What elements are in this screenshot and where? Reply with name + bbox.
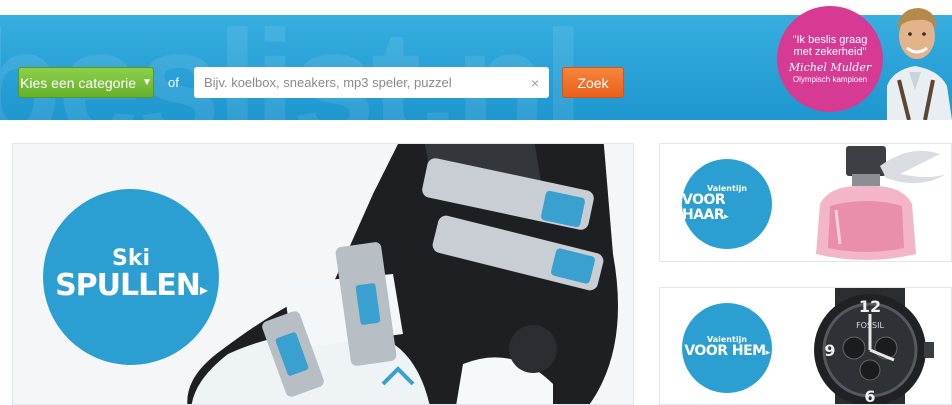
quote-bubble: "Ik beslis graag met zekerheid" Michel M… <box>777 6 883 112</box>
svg-text:6: 6 <box>864 387 875 405</box>
watch-brand-label: FOSSIL <box>856 321 884 330</box>
banner-line-1: Ski <box>111 246 151 271</box>
banner-line-2: SPULLEN▸ <box>55 268 208 306</box>
or-label: of <box>168 75 179 90</box>
clear-icon[interactable]: × <box>521 75 549 91</box>
search-button[interactable]: Zoek <box>562 67 624 98</box>
card-line-2-text: VOOR HAAR <box>682 191 726 223</box>
chevron-right-icon: ▸ <box>765 348 771 358</box>
valentine-him-link[interactable]: Valentijn VOOR HEM▸ <box>682 303 772 393</box>
valentine-her-link[interactable]: Valentijn VOOR HAAR▸ <box>682 159 772 249</box>
chevron-down-icon: ▼ <box>142 77 152 88</box>
quote-line-1: "Ik beslis graag <box>792 34 868 46</box>
card-line-2-text: VOOR HEM <box>684 343 766 359</box>
svg-text:12: 12 <box>859 297 881 316</box>
ski-banner[interactable]: Ski SPULLEN▸ <box>12 143 634 405</box>
card-line-2: VOOR HEM▸ <box>684 343 771 361</box>
chevron-right-icon: ▸ <box>199 280 208 299</box>
banner-line-2-text: SPULLEN <box>55 268 201 303</box>
valentine-him-card[interactable]: Valentijn VOOR HEM▸ 12 6 9 FOSSIL <box>659 287 952 405</box>
perfume-bottle-icon <box>816 146 946 260</box>
quote-line-2: met zekerheid" <box>793 46 867 58</box>
promo-badge[interactable]: "Ik beslis graag met zekerheid" Michel M… <box>773 0 952 120</box>
category-button-label: Kies een categorie <box>20 74 137 91</box>
valentine-her-card[interactable]: Valentijn VOOR HAAR▸ <box>659 143 952 262</box>
promo-subtitle: Olympisch kampioen <box>792 75 868 84</box>
wristwatch-icon: 12 6 9 FOSSIL <box>814 288 934 405</box>
search-box[interactable]: × <box>194 67 549 98</box>
card-line-2: VOOR HAAR▸ <box>682 191 772 225</box>
chevron-right-icon: ▸ <box>724 211 729 222</box>
ski-category-link[interactable]: Ski SPULLEN▸ <box>43 189 219 365</box>
spokesperson-photo-icon <box>887 8 952 120</box>
signature: Michel Mulder <box>788 61 872 74</box>
category-dropdown-button[interactable]: Kies een categorie ▼ <box>18 67 154 98</box>
search-input[interactable] <box>194 67 521 98</box>
svg-text:9: 9 <box>824 341 835 360</box>
